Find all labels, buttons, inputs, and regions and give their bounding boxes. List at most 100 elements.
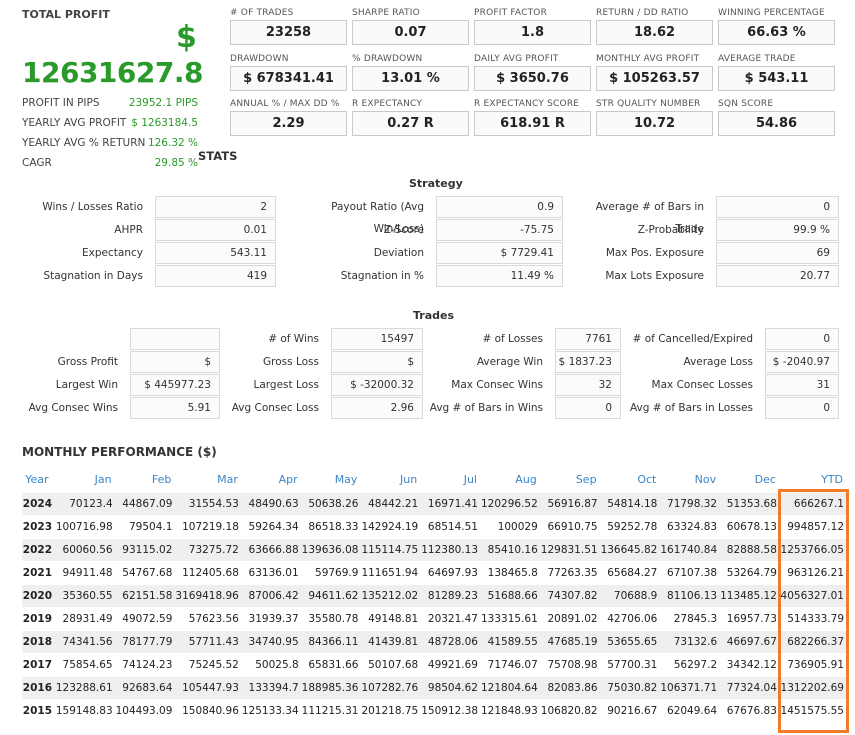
column-header[interactable]: YTD — [780, 468, 847, 492]
month-cell: 138465.8 — [481, 560, 541, 584]
column-header[interactable]: Sep — [541, 468, 601, 492]
month-cell: 81106.13 — [660, 583, 721, 607]
month-cell: 41589.55 — [481, 629, 541, 653]
column-header[interactable]: Feb — [116, 468, 176, 492]
stat-value: $ 1837.23 — [555, 351, 621, 373]
stat-value: 11.49 % — [436, 265, 563, 287]
stat-label: Avg # of Bars in Wins — [429, 402, 543, 414]
metric-value: $ 543.11 — [718, 66, 835, 91]
month-cell: 56916.87 — [540, 491, 601, 515]
metric-value: 54.86 — [718, 111, 835, 136]
month-cell: 70123.4 — [55, 491, 116, 515]
month-cell: 49148.81 — [361, 606, 422, 630]
ytd-cell: 736905.91 — [779, 652, 847, 676]
month-cell: 87006.42 — [241, 583, 302, 607]
year-cell: 2019 — [22, 606, 56, 630]
stat-label: Gross Loss — [263, 356, 319, 368]
metric-r-expectancy-score: R EXPECTANCY SCORE 618.91 R — [474, 99, 591, 136]
column-header[interactable]: Apr — [242, 468, 302, 492]
month-cell: 77324.04 — [720, 675, 780, 699]
metric-value: 0.07 — [352, 20, 469, 45]
month-cell: 100029 — [481, 514, 541, 538]
stat-value: 20.77 — [716, 265, 839, 287]
column-header[interactable]: Aug — [481, 468, 541, 492]
month-cell: 120296.52 — [481, 491, 541, 515]
table-row: 2016 123288.61 92683.64 105447.93 133394.7 18… — [22, 675, 847, 699]
month-cell: 111215.31 — [301, 698, 362, 722]
month-cell: 75708.98 — [540, 652, 601, 676]
month-cell: 46697.67 — [720, 629, 780, 653]
stat-label: PROFIT IN PIPS — [22, 97, 100, 109]
trades-title: Trades — [413, 309, 455, 322]
month-cell: 75030.82 — [600, 675, 661, 699]
month-cell: 49072.59 — [115, 606, 176, 630]
month-cell: 16971.41 — [421, 491, 481, 515]
metric-value: 0.27 R — [352, 111, 469, 136]
stat-label: CAGR — [22, 157, 52, 169]
month-cell: 112405.68 — [175, 560, 242, 584]
stat-label: Stagnation in Days — [43, 270, 143, 282]
stat-value: $ 28471595.41 — [130, 351, 220, 388]
stat-value: 0 — [716, 196, 839, 218]
column-header[interactable]: Jan — [56, 468, 116, 492]
stat-label: Gross Profit — [57, 356, 118, 368]
column-header[interactable]: Mar — [175, 468, 241, 492]
month-cell: 150840.96 — [175, 698, 242, 722]
month-cell: 63666.88 — [241, 537, 302, 561]
monthly-performance-table: Year Jan Feb Mar Apr May Jun Jul Aug Sep… — [22, 468, 847, 722]
monthly-performance-title: MONTHLY PERFORMANCE ($) — [22, 445, 217, 459]
metric-label: DRAWDOWN — [230, 54, 289, 64]
stat-value: 99.9 % — [716, 219, 839, 241]
metric-label: SHARPE RATIO — [352, 8, 420, 18]
table-header-row: Year Jan Feb Mar Apr May Jun Jul Aug Sep… — [22, 468, 847, 492]
month-cell: 64697.93 — [421, 560, 481, 584]
column-header[interactable]: Jun — [361, 468, 421, 492]
month-cell: 31939.37 — [241, 606, 302, 630]
month-cell: 74341.56 — [55, 629, 116, 653]
month-cell: 77263.35 — [540, 560, 601, 584]
metric-value: 1.8 — [474, 20, 591, 45]
stat-label: YEARLY AVG PROFIT — [22, 117, 127, 129]
column-header[interactable]: May — [302, 468, 362, 492]
stat-value: $ -32000.32 — [331, 374, 423, 396]
month-cell: 68514.51 — [421, 514, 481, 538]
stat-value: 69 — [716, 242, 839, 264]
table-row: 2019 28931.49 49072.59 57623.56 31939.37 3558… — [22, 606, 847, 630]
month-cell: 125133.34 — [241, 698, 302, 722]
metric-winning-percentage: WINNING PERCENTAGE 66.63 % — [718, 8, 835, 45]
month-cell: 71746.07 — [481, 652, 541, 676]
stat-value: $ -15839967.61 — [331, 351, 423, 388]
metric-sharpe-ratio: SHARPE RATIO 0.07 — [352, 8, 469, 45]
year-cell: 2021 — [22, 560, 56, 584]
stat-label: Expectancy — [82, 247, 143, 259]
month-cell: 73132.6 — [660, 629, 721, 653]
month-cell: 50638.26 — [301, 491, 362, 515]
stat-value: 126.32 % — [147, 137, 198, 149]
ytd-cell: 963126.21 — [779, 560, 847, 584]
month-cell: 49921.69 — [421, 652, 481, 676]
stat-value: 0 — [765, 328, 839, 350]
stat-label: Deviation — [373, 247, 424, 259]
table-row: 2017 75854.65 74124.23 75245.52 50025.8 65831… — [22, 652, 847, 676]
month-cell: 67107.38 — [660, 560, 721, 584]
month-cell: 51353.68 — [720, 491, 780, 515]
column-header[interactable]: Nov — [660, 468, 720, 492]
month-cell: 136645.82 — [600, 537, 661, 561]
metric-label: # OF TRADES — [230, 8, 294, 18]
stat-value: $ -2040.97 — [765, 351, 839, 373]
column-header[interactable]: Dec — [720, 468, 780, 492]
month-cell: 54814.18 — [600, 491, 661, 515]
metric-value: $ 3650.76 — [474, 66, 591, 91]
ytd-cell: 994857.12 — [779, 514, 847, 538]
column-header[interactable]: Jul — [421, 468, 481, 492]
month-cell: 82083.86 — [540, 675, 601, 699]
month-cell: 70688.9 — [600, 583, 661, 607]
month-cell: 139636.08 — [301, 537, 362, 561]
stat-label: Average Win — [476, 356, 543, 368]
month-cell: 71798.32 — [660, 491, 721, 515]
metric-value: $ 678341.41 — [230, 66, 347, 91]
column-header[interactable]: Year — [22, 468, 56, 492]
table-row: 2022 60060.56 93115.02 73275.72 63666.88 1396… — [22, 537, 847, 561]
stat-label: Avg Consec Wins — [28, 402, 118, 414]
column-header[interactable]: Oct — [601, 468, 661, 492]
